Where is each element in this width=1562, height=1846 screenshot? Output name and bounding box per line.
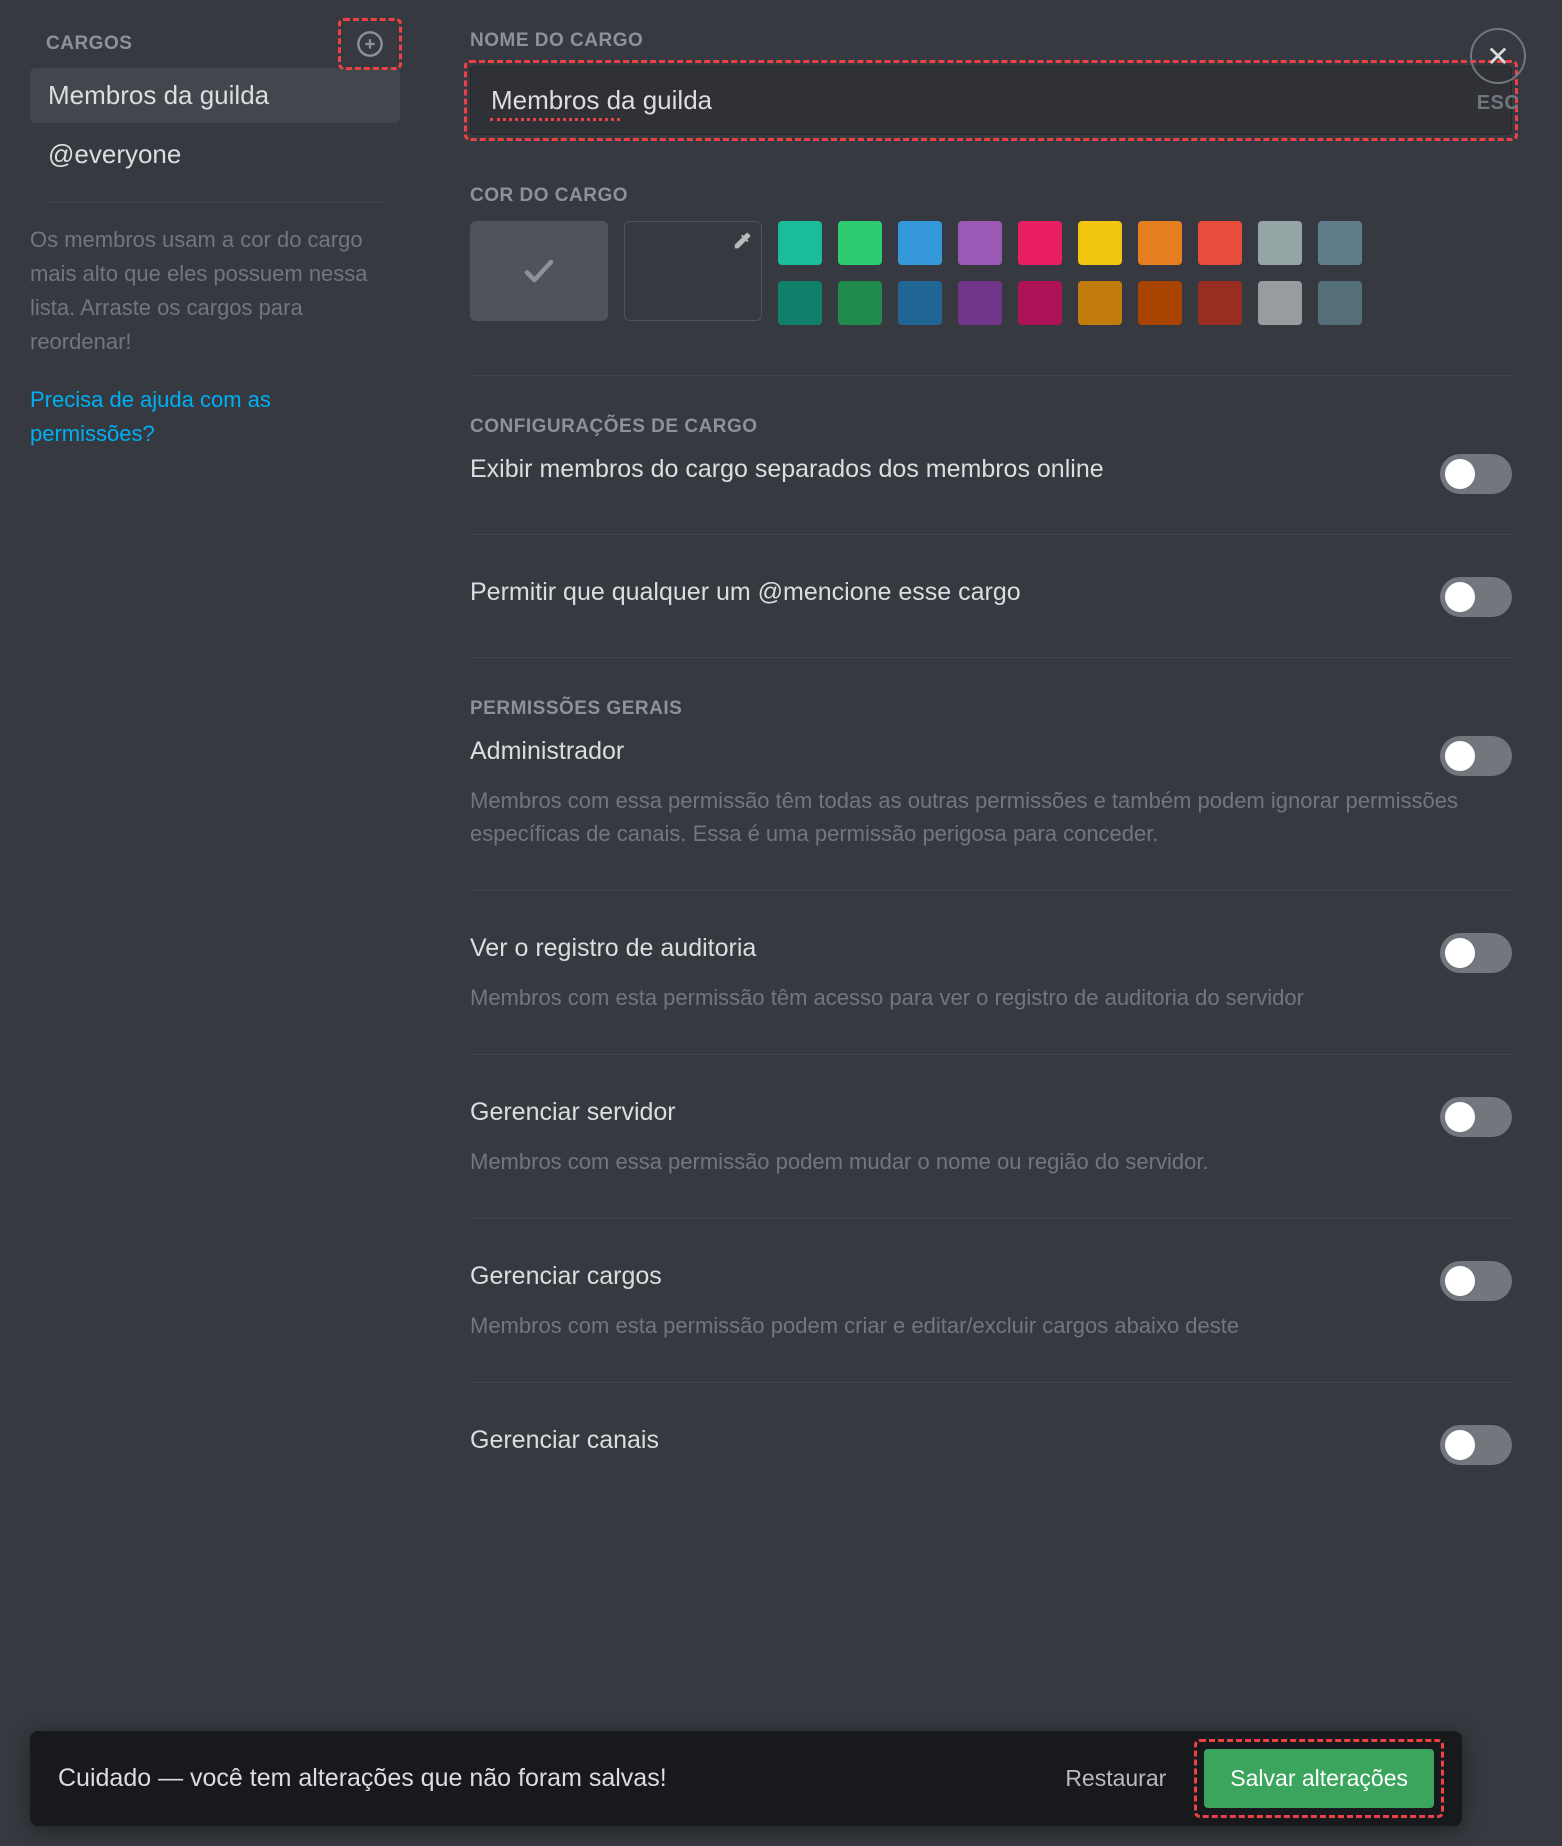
permission-toggle[interactable] <box>1440 736 1512 776</box>
color-swatch[interactable] <box>898 221 942 265</box>
permission-row: Ver o registro de auditoria Membros com e… <box>470 931 1512 1014</box>
color-swatch[interactable] <box>958 221 1002 265</box>
close-icon: ✕ <box>1486 40 1509 73</box>
sidebar-help-text: Os membros usam a cor do cargo mais alto… <box>30 223 400 359</box>
role-settings-label: CONFIGURAÇÕES DE CARGO <box>470 416 1512 438</box>
permission-row: Gerenciar servidor Membros com essa permi… <box>470 1095 1512 1178</box>
setting-title: Exibir membros do cargo separados dos me… <box>470 452 1410 487</box>
main-divider <box>470 1054 1512 1055</box>
permission-row: Gerenciar canais <box>470 1423 1512 1465</box>
unsaved-text: Cuidado — você tem alterações que não fo… <box>58 1764 1027 1793</box>
sidebar-divider <box>46 202 384 203</box>
sidebar-title: CARGOS <box>46 33 132 55</box>
color-swatch[interactable] <box>1018 221 1062 265</box>
permission-toggle[interactable] <box>1440 933 1512 973</box>
color-swatch[interactable] <box>1138 221 1182 265</box>
close-button[interactable]: ✕ <box>1470 28 1526 84</box>
color-swatch[interactable] <box>778 281 822 325</box>
permission-row: Gerenciar cargos Membros com esta permiss… <box>470 1259 1512 1342</box>
color-swatch[interactable] <box>1078 281 1122 325</box>
unsaved-changes-bar: Cuidado — você tem alterações que não fo… <box>30 1731 1462 1826</box>
permission-title: Gerenciar canais <box>470 1423 1410 1458</box>
permission-toggle[interactable] <box>1440 1425 1512 1465</box>
setting-toggle[interactable] <box>1440 454 1512 494</box>
color-swatch[interactable] <box>1258 221 1302 265</box>
general-perms-label: PERMISSÕES GERAIS <box>470 698 1512 720</box>
main-divider <box>470 657 1512 658</box>
permission-toggle[interactable] <box>1440 1261 1512 1301</box>
check-icon <box>521 253 557 289</box>
color-custom-picker[interactable] <box>624 221 762 321</box>
color-swatch[interactable] <box>778 221 822 265</box>
color-default-swatch[interactable] <box>470 221 608 321</box>
setting-title: Permitir que qualquer um @mencione esse … <box>470 575 1410 610</box>
permission-title: Administrador <box>470 734 1410 769</box>
permission-desc: Membros com esta permissão têm acesso pa… <box>470 981 1512 1014</box>
color-swatch[interactable] <box>838 281 882 325</box>
color-swatch[interactable] <box>1198 221 1242 265</box>
main-divider <box>470 1382 1512 1383</box>
color-swatch[interactable] <box>1198 281 1242 325</box>
sidebar-role-everyone[interactable]: @everyone <box>30 127 400 182</box>
setting-toggle[interactable] <box>1440 577 1512 617</box>
main-divider <box>470 375 1512 376</box>
eyedropper-icon <box>731 230 753 252</box>
save-button[interactable]: Salvar alterações <box>1204 1749 1434 1808</box>
role-name-input[interactable] <box>470 66 1512 135</box>
permission-toggle[interactable] <box>1440 1097 1512 1137</box>
role-setting-row: Exibir membros do cargo separados dos me… <box>470 452 1512 494</box>
role-setting-row: Permitir que qualquer um @mencione esse … <box>470 575 1512 617</box>
close-label: ESC <box>1470 92 1526 115</box>
color-swatch[interactable] <box>1258 281 1302 325</box>
color-swatch[interactable] <box>1138 281 1182 325</box>
restore-button[interactable]: Restaurar <box>1047 1753 1184 1804</box>
permission-title: Gerenciar cargos <box>470 1259 1410 1294</box>
sidebar-role-membros[interactable]: Membros da guilda <box>30 68 400 123</box>
permission-desc: Membros com essa permissão podem mudar o… <box>470 1145 1512 1178</box>
permission-title: Ver o registro de auditoria <box>470 931 1410 966</box>
color-swatch[interactable] <box>958 281 1002 325</box>
main-divider <box>470 534 1512 535</box>
role-color-label: COR DO CARGO <box>470 185 1512 207</box>
permissions-help-link[interactable]: Precisa de ajuda com as permissões? <box>30 383 400 451</box>
color-swatch[interactable] <box>1018 281 1062 325</box>
permission-row: Administrador Membros com essa permissão … <box>470 734 1512 850</box>
color-swatch[interactable] <box>1318 281 1362 325</box>
color-swatch[interactable] <box>838 221 882 265</box>
permission-title: Gerenciar servidor <box>470 1095 1410 1130</box>
roles-sidebar: CARGOS Membros da guilda@everyone Os mem… <box>0 0 430 1846</box>
color-swatch[interactable] <box>1318 221 1362 265</box>
main-divider <box>470 890 1512 891</box>
permission-desc: Membros com esta permissão podem criar e… <box>470 1309 1512 1342</box>
color-swatch[interactable] <box>898 281 942 325</box>
add-role-button[interactable] <box>356 30 384 58</box>
permission-desc: Membros com essa permissão têm todas as … <box>470 784 1512 850</box>
color-swatch[interactable] <box>1078 221 1122 265</box>
role-editor-main: NOME DO CARGO COR DO CARGO CONFIGURAÇÕES… <box>430 0 1562 1846</box>
main-divider <box>470 1218 1512 1219</box>
role-name-label: NOME DO CARGO <box>470 30 1512 52</box>
